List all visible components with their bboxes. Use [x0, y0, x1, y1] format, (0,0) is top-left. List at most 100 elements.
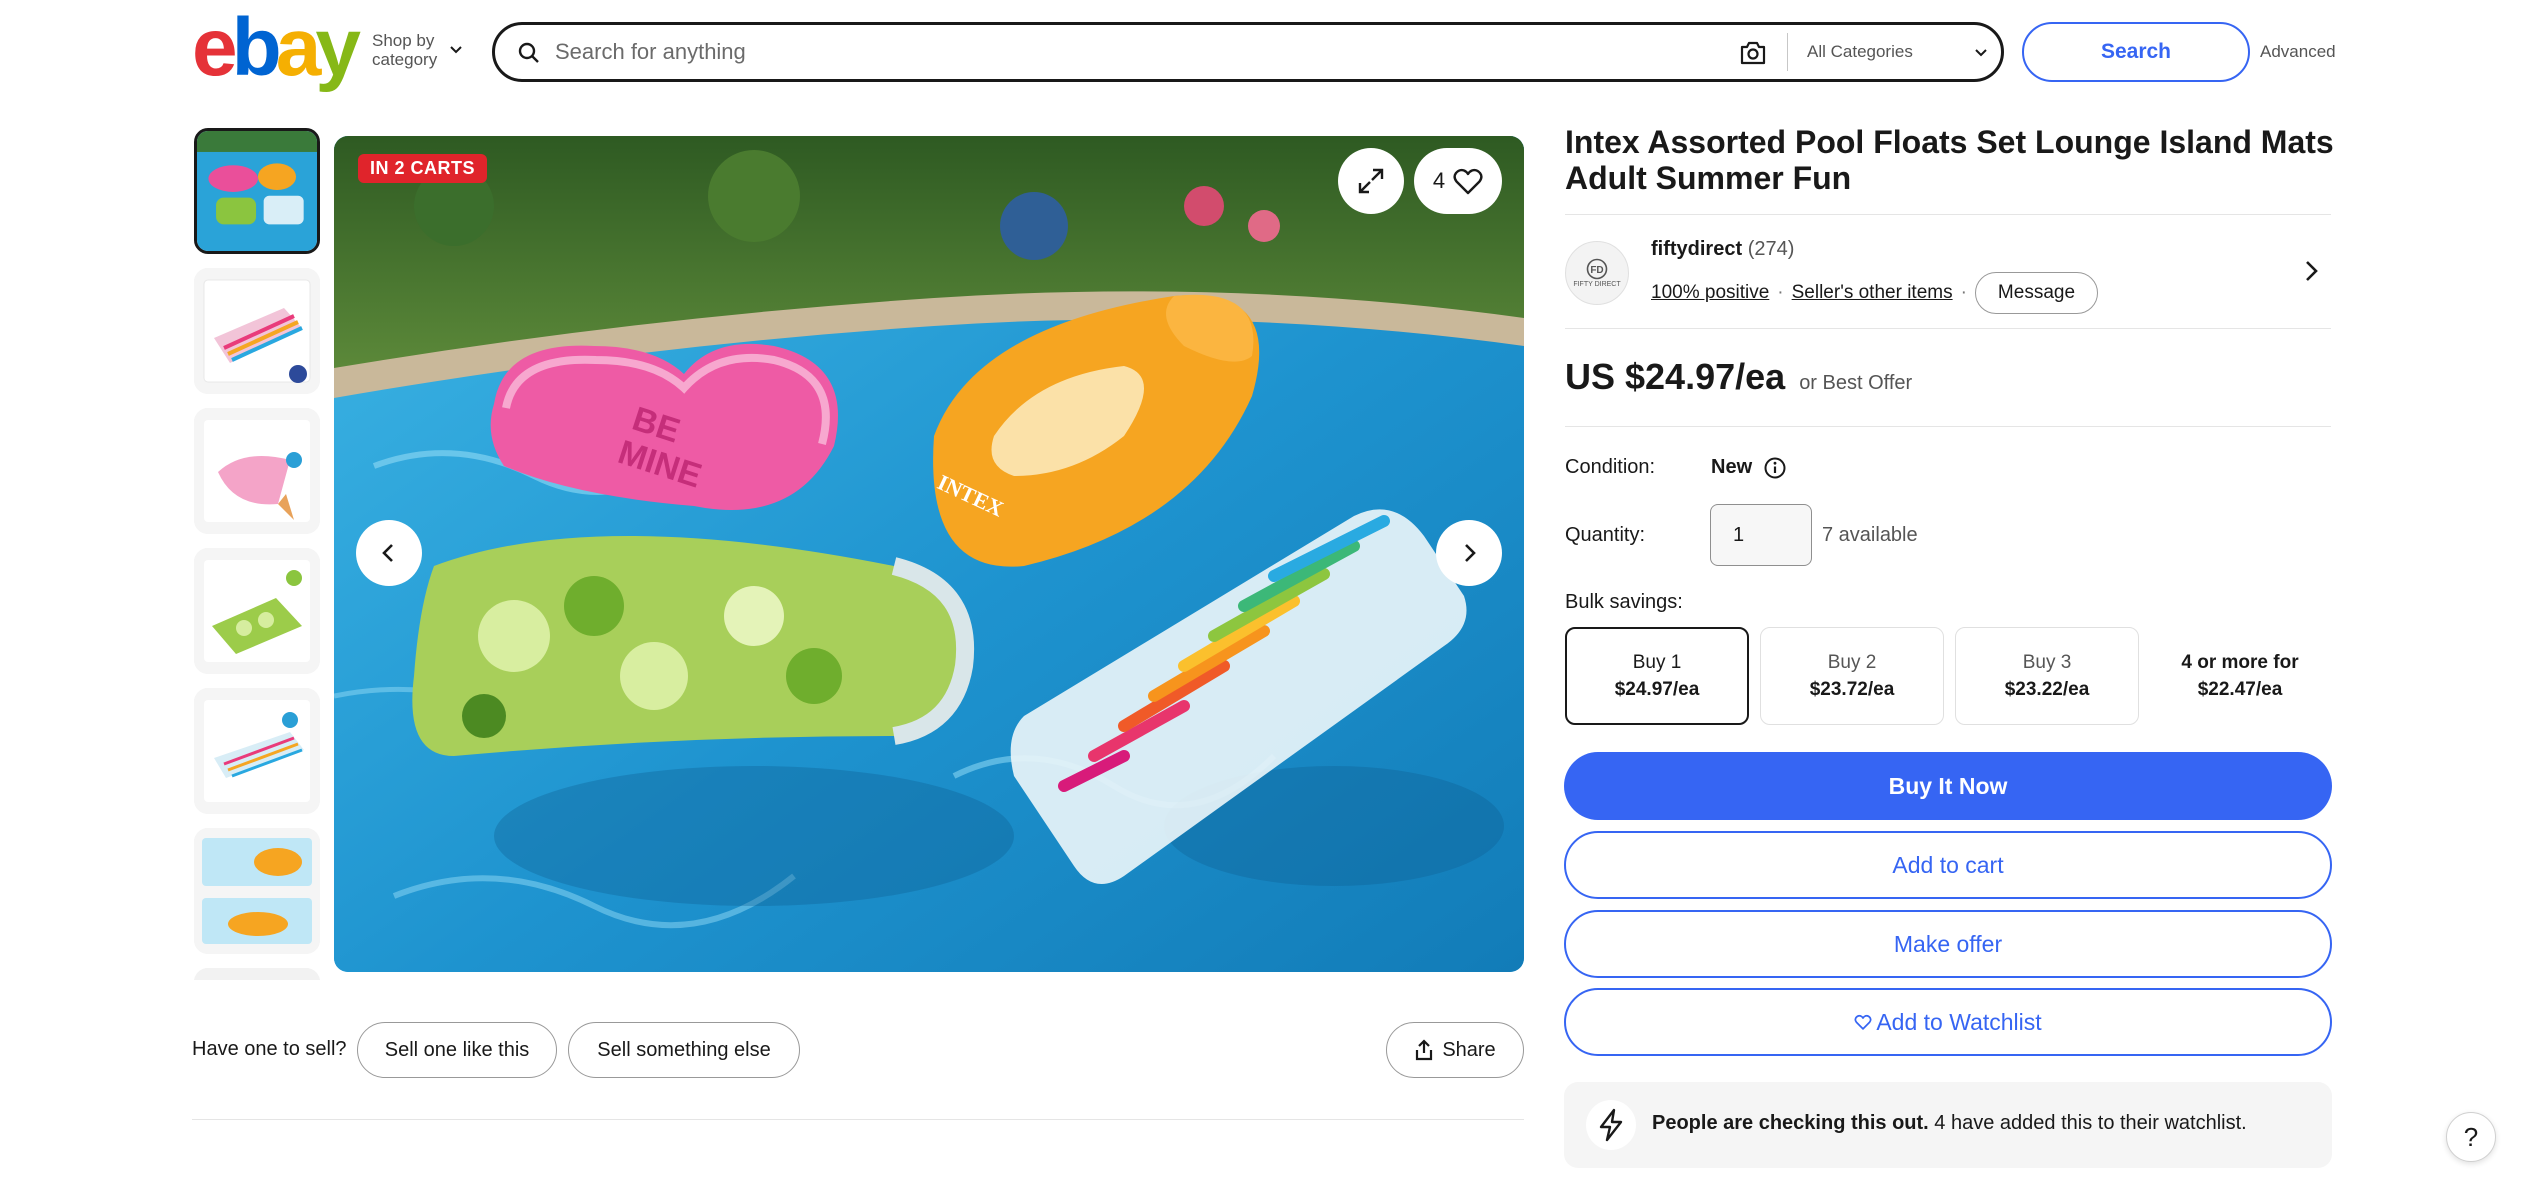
ebay-logo[interactable]: ebay	[192, 7, 361, 89]
expand-image-button[interactable]	[1338, 148, 1404, 214]
quantity-label: Quantity:	[1565, 524, 1646, 546]
share-icon	[1416, 1039, 1433, 1061]
watch-count-button[interactable]: 4	[1414, 148, 1502, 214]
section-divider	[192, 1119, 1524, 1120]
thumbnail-strip	[192, 128, 322, 980]
bulk-qty: Buy 3	[2022, 652, 2072, 673]
heart-icon	[1854, 1014, 1872, 1030]
chevron-right-icon[interactable]	[2298, 258, 2324, 284]
bulk-price: $22.47/ea	[2197, 679, 2283, 700]
make-offer-button[interactable]: Make offer	[1564, 910, 2332, 978]
search-icon	[518, 42, 539, 63]
thumbnail-image	[194, 548, 320, 674]
logo-letter-y: y	[315, 2, 361, 93]
lightning-icon	[1586, 1100, 1636, 1150]
watchlist-label: Add to Watchlist	[1876, 1008, 2042, 1035]
search-bar: All Categories	[492, 22, 2004, 82]
thumbnail-image	[194, 828, 320, 954]
social-proof-text: People are checking this out. 4 have add…	[1652, 1112, 2247, 1135]
sell-one-like-this-button[interactable]: Sell one like this	[357, 1022, 557, 1078]
separator-dot: ·	[1960, 282, 1967, 303]
help-button[interactable]: ?	[2446, 1112, 2496, 1162]
product-photo: BE MINE INTEX	[334, 136, 1524, 972]
sell-something-else-button[interactable]: Sell something else	[568, 1022, 800, 1078]
thumbnail-2[interactable]	[194, 268, 320, 394]
price-block: US $24.97/ea or Best Offer	[1565, 356, 1912, 398]
thumbnail-image	[197, 131, 317, 251]
social-proof-strong: People are checking this out.	[1652, 1112, 1929, 1134]
thumbnail-image	[194, 268, 320, 394]
share-label: Share	[1442, 1038, 1496, 1061]
thumbnail-image	[194, 968, 320, 980]
thumbnail-7[interactable]	[194, 968, 320, 980]
seller-feedback-count: (274)	[1747, 238, 1795, 260]
search-button[interactable]: Search	[2022, 22, 2250, 82]
divider	[1565, 426, 2331, 427]
logo-letter-a: a	[275, 2, 322, 93]
social-proof-banner: People are checking this out. 4 have add…	[1564, 1082, 2332, 1168]
chevron-down-icon	[1975, 49, 1987, 57]
add-to-watchlist-button[interactable]: Add to Watchlist	[1564, 988, 2332, 1056]
product-title: Intex Assorted Pool Floats Set Lounge Is…	[1565, 124, 2334, 196]
sell-row: Have one to sell? Sell one like this Sel…	[192, 1022, 1524, 1078]
info-icon[interactable]	[1763, 456, 1787, 480]
chevron-left-icon	[382, 544, 393, 562]
main-product-image[interactable]: BE MINE INTEX IN 2 CARTS 4	[334, 136, 1524, 972]
chevron-down-icon	[450, 46, 462, 54]
bulk-price: $23.22/ea	[2004, 679, 2090, 700]
price-value: US $24.97/ea	[1565, 356, 1786, 397]
sell-question: Have one to sell?	[192, 1038, 347, 1060]
best-offer-note: or Best Offer	[1799, 372, 1913, 394]
social-proof-rest: 4 have added this to their watchlist.	[1928, 1112, 2247, 1134]
bulk-qty: Buy 1	[1632, 652, 1682, 673]
seller-positive-link[interactable]: 100% positive	[1651, 282, 1769, 304]
bulk-price: $24.97/ea	[1614, 679, 1700, 700]
watch-count: 4	[1432, 168, 1446, 193]
quantity-input[interactable]: 1	[1710, 504, 1812, 566]
bulk-qty: Buy 2	[1827, 652, 1877, 673]
thumbnail-image	[194, 688, 320, 814]
seller-avatar-text: FIFTY DIRECT	[1573, 281, 1621, 288]
condition-label: Condition:	[1565, 456, 1656, 478]
bulk-option-buy-2[interactable]: Buy 2 $23.72/ea	[1760, 627, 1944, 725]
thumbnail-3[interactable]	[194, 408, 320, 534]
seller-links: 100% positive · Seller's other items · M…	[1651, 272, 2099, 314]
share-button[interactable]: Share	[1386, 1022, 1524, 1078]
buy-it-now-button[interactable]: Buy It Now	[1564, 752, 2332, 820]
seller-other-items-link[interactable]: Seller's other items	[1792, 282, 1953, 304]
expand-icon	[1358, 168, 1384, 194]
category-select[interactable]: All Categories	[1807, 33, 1991, 71]
previous-image-button[interactable]	[356, 520, 422, 586]
thumbnail-image	[194, 408, 320, 534]
in-carts-badge: IN 2 CARTS	[358, 154, 488, 183]
divider	[1565, 328, 2331, 329]
bulk-price: $23.72/ea	[1809, 679, 1895, 700]
search-divider	[1787, 33, 1788, 71]
bulk-savings-label: Bulk savings:	[1565, 591, 1683, 613]
bulk-option-buy-1[interactable]: Buy 1 $24.97/ea	[1565, 627, 1749, 725]
camera-icon[interactable]	[1739, 40, 1767, 66]
thumbnail-5[interactable]	[194, 688, 320, 814]
thumbnail-1[interactable]	[194, 128, 320, 254]
seller-name-link[interactable]: fiftydirect	[1651, 238, 1742, 260]
search-input[interactable]	[555, 31, 1695, 73]
seller-avatar[interactable]: FD FIFTY DIRECT	[1565, 241, 1629, 305]
add-to-cart-button[interactable]: Add to cart	[1564, 831, 2332, 899]
heart-icon	[1453, 168, 1483, 195]
condition-value: New	[1711, 456, 1753, 478]
global-header: ebay Shop by category All Categories Sea…	[0, 0, 2526, 104]
bulk-option-4-or-more[interactable]: 4 or more for $22.47/ea	[2148, 627, 2332, 725]
seller-logo-icon: FD	[1586, 258, 1608, 280]
thumbnail-4[interactable]	[194, 548, 320, 674]
message-seller-button[interactable]: Message	[1974, 272, 2099, 314]
logo-letter-e: e	[192, 2, 238, 93]
separator-dot: ·	[1777, 282, 1784, 303]
logo-letter-b: b	[231, 2, 282, 93]
next-image-button[interactable]	[1436, 520, 1502, 586]
advanced-search-link[interactable]: Advanced	[2260, 42, 2336, 62]
bulk-qty: 4 or more for	[2181, 652, 2299, 673]
thumbnail-6[interactable]	[194, 828, 320, 954]
chevron-right-icon	[1465, 544, 1476, 562]
divider	[1565, 214, 2331, 215]
bulk-option-buy-3[interactable]: Buy 3 $23.22/ea	[1955, 627, 2139, 725]
